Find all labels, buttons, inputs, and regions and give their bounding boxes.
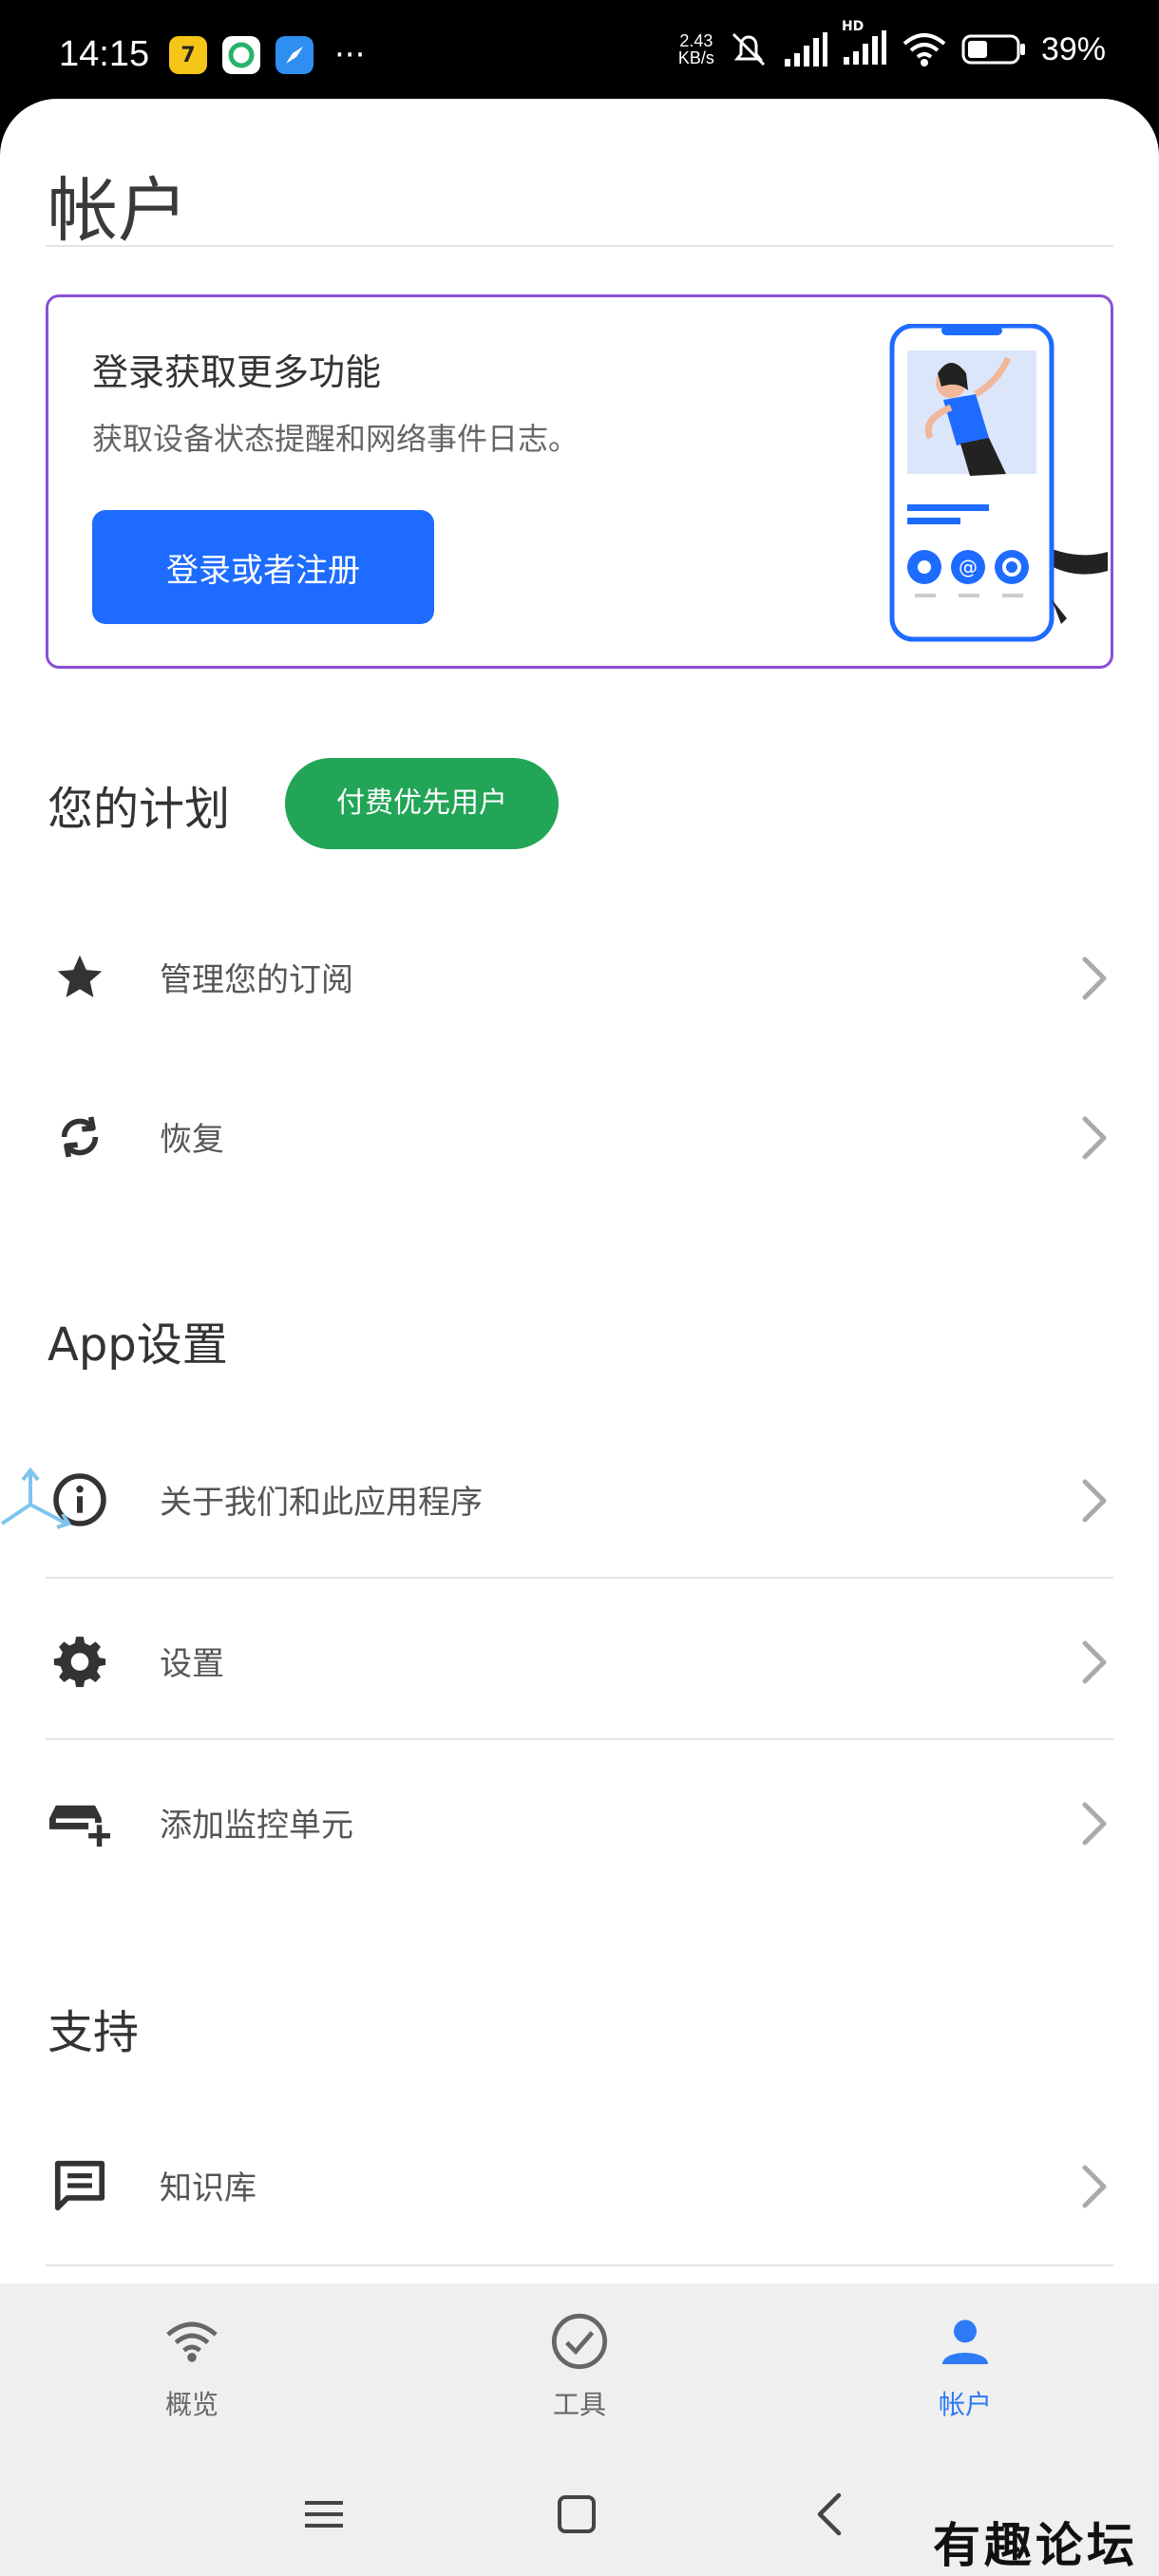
plan-section-header: 您的计划 [48, 783, 231, 836]
menu-icon[interactable] [291, 2481, 357, 2548]
nav-label: 工具 [552, 2389, 606, 2420]
login-card: 登录获取更多功能 获取设备状态提醒和网络事件日志。 登录或者注册 @ [46, 294, 1113, 669]
chevron-right-icon [1082, 1640, 1107, 1684]
message-icon [49, 2155, 110, 2216]
row-divider [46, 2264, 1113, 2266]
manage-subscription-row[interactable]: 管理您的订阅 [0, 902, 1159, 1045]
gear-icon [49, 1631, 110, 1692]
nav-account[interactable]: 帐户 [870, 2308, 1060, 2432]
nav-label: 概览 [164, 2389, 218, 2420]
app-green-icon [222, 36, 260, 74]
list-item-label: 设置 [160, 1645, 224, 1683]
bottom-nav: 概览 工具 帐户 [0, 2283, 1159, 2453]
support-section-header: 支持 [48, 2006, 140, 2059]
refresh-icon [49, 1107, 110, 1167]
person-icon [932, 2308, 998, 2375]
home-icon[interactable] [543, 2481, 610, 2548]
phone-illustration: @ [889, 324, 1108, 642]
signal-icon [784, 32, 827, 66]
app-compass-icon [276, 36, 314, 74]
svg-text:@: @ [959, 556, 978, 578]
check-circle-icon [546, 2308, 613, 2375]
add-monitor-row[interactable]: 添加监控单元 [0, 1748, 1159, 1890]
battery-percent: 39% [1040, 30, 1106, 67]
watermark: 有趣论坛 [933, 2517, 1138, 2573]
title-divider [46, 245, 1113, 247]
nav-overview[interactable]: 概览 [97, 2308, 287, 2432]
list-item-label: 恢复 [160, 1121, 224, 1159]
net-speed-value: 2.43 [679, 31, 713, 50]
knowledge-base-row[interactable]: 知识库 [0, 2111, 1159, 2253]
page-title: 帐户 [48, 170, 188, 252]
floating-assistive-icon[interactable] [0, 1467, 76, 1543]
chevron-right-icon [1082, 957, 1107, 1000]
status-indicators: 2.43 KB/s HD 39% [678, 19, 1106, 70]
row-divider [46, 1577, 1113, 1579]
status-time: 14:15 [59, 34, 150, 74]
add-device-icon [49, 1792, 110, 1853]
login-heading: 登录获取更多功能 [92, 351, 382, 393]
login-subtitle: 获取设备状态提醒和网络事件日志。 [92, 421, 580, 457]
chevron-right-icon [1082, 2165, 1107, 2208]
list-item-label: 管理您的订阅 [160, 961, 353, 999]
settings-row[interactable]: 设置 [0, 1586, 1159, 1729]
net-speed-unit: KB/s [677, 48, 714, 67]
list-item-label: 知识库 [160, 2169, 256, 2207]
restore-row[interactable]: 恢复 [0, 1062, 1159, 1204]
star-icon [49, 947, 110, 1008]
row-divider [46, 1738, 1113, 1740]
net-speed: 2.43 KB/s [678, 32, 714, 66]
app-settings-section-header: App设置 [48, 1318, 228, 1372]
signal-hd-group: HD [842, 19, 887, 70]
notification-app-icons: 7 ··· [169, 36, 365, 74]
mute-bell-icon [732, 32, 765, 66]
battery-icon [961, 34, 1025, 65]
app-7-icon: 7 [169, 36, 207, 74]
chevron-right-icon [1082, 1116, 1107, 1160]
list-item-label: 关于我们和此应用程序 [160, 1484, 483, 1522]
plan-badge: 付费优先用户 [285, 758, 559, 849]
signal-hd-badge: HD [841, 19, 864, 34]
signal-2-icon [843, 30, 886, 65]
wifi-icon [159, 2308, 225, 2375]
account-sheet: 帐户 登录获取更多功能 获取设备状态提醒和网络事件日志。 登录或者注册 @ 您的… [0, 99, 1159, 2283]
system-nav-bar: 有趣论坛 [0, 2453, 1159, 2576]
back-icon[interactable] [796, 2481, 863, 2548]
nav-label: 帐户 [938, 2389, 992, 2420]
login-register-button[interactable]: 登录或者注册 [92, 510, 434, 624]
chevron-right-icon [1082, 1479, 1107, 1523]
nav-tools[interactable]: 工具 [484, 2308, 674, 2432]
list-item-label: 添加监控单元 [160, 1807, 353, 1845]
chevron-right-icon [1082, 1802, 1107, 1846]
about-row[interactable]: 关于我们和此应用程序 [0, 1425, 1159, 1567]
wifi-status-icon [902, 33, 946, 66]
more-notifications-icon: ··· [334, 36, 366, 74]
status-bar: 14:15 7 ··· 2.43 KB/s HD 39% [0, 0, 1159, 104]
